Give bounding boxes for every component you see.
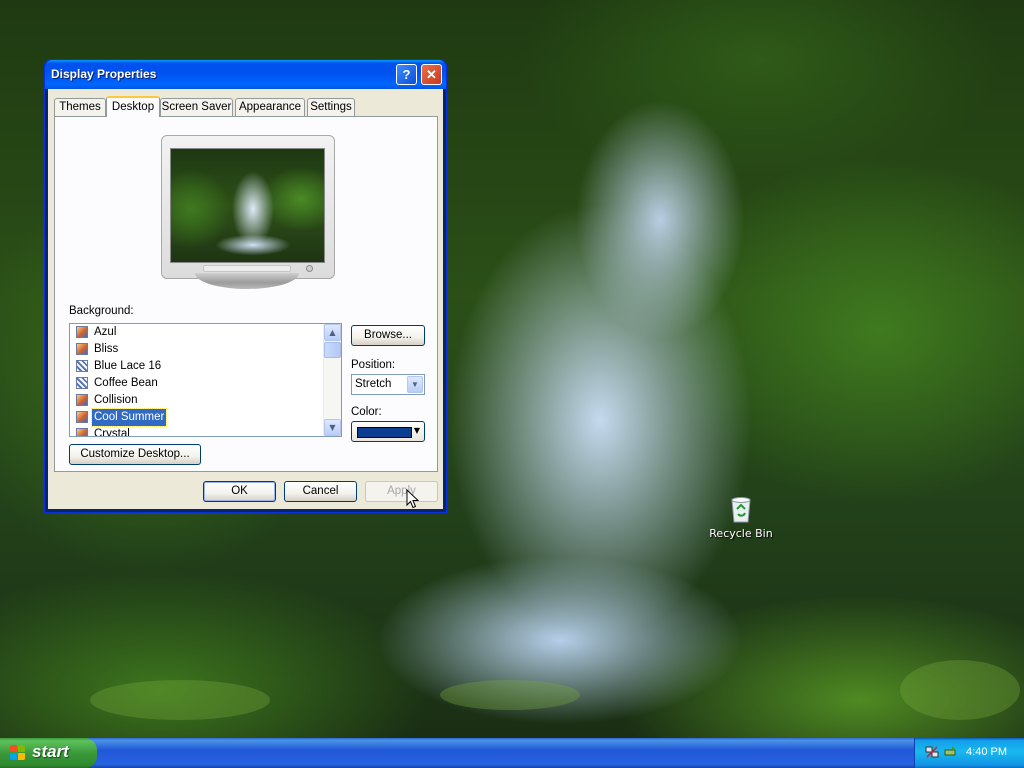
recycle-bin-label: Recycle Bin	[709, 527, 773, 540]
chevron-down-icon[interactable]: ▼	[407, 376, 423, 393]
image-file-icon	[76, 326, 88, 338]
system-tray: 4:40 PM	[914, 738, 1024, 768]
scroll-thumb[interactable]	[324, 342, 341, 358]
list-item-selected[interactable]: Cool Summer	[70, 408, 325, 427]
window-title: Display Properties	[51, 67, 157, 81]
position-select[interactable]: Stretch ▼	[351, 374, 425, 395]
recycle-bin[interactable]: Recycle Bin	[706, 494, 776, 540]
windows-logo-icon	[10, 745, 26, 761]
monitor-stand	[195, 273, 299, 289]
start-label: start	[32, 742, 69, 761]
color-picker-button[interactable]: ▼	[351, 421, 425, 442]
list-item-label: Collision	[94, 394, 138, 406]
browse-button[interactable]: Browse...	[351, 325, 425, 346]
start-button[interactable]: start	[0, 738, 97, 768]
dialog-client-area: Themes Desktop Screen Saver Appearance S…	[48, 89, 443, 509]
pattern-file-icon	[76, 360, 88, 372]
image-file-icon	[76, 394, 88, 406]
color-label: Color:	[351, 406, 382, 418]
apply-button[interactable]: Apply	[365, 481, 438, 502]
list-item[interactable]: Blue Lace 16	[70, 358, 325, 375]
tab-settings[interactable]: Settings	[307, 98, 355, 116]
position-value: Stretch	[355, 378, 392, 390]
desktop-tab-panel: Background: Azul Bliss Blue Lace 16 Coff…	[54, 116, 438, 472]
color-swatch	[357, 427, 412, 438]
scroll-down-arrow-icon[interactable]: ▼	[324, 419, 341, 436]
power-led-icon	[306, 265, 313, 272]
monitor-preview	[161, 135, 335, 279]
moss-rock	[440, 680, 580, 710]
ok-button[interactable]: OK	[203, 481, 276, 502]
chevron-down-icon: ▼	[413, 426, 420, 435]
monitor-slot	[203, 265, 291, 272]
image-file-icon	[76, 343, 88, 355]
position-label: Position:	[351, 359, 396, 371]
background-list-items: Azul Bliss Blue Lace 16 Coffee Bean Coll…	[70, 324, 325, 437]
scroll-up-arrow-icon[interactable]: ▲	[324, 324, 341, 341]
help-button[interactable]: ?	[396, 64, 417, 85]
title-bar[interactable]: Display Properties ? ✕	[45, 60, 446, 89]
list-item[interactable]: Azul	[70, 324, 325, 341]
background-label: Background:	[69, 305, 134, 317]
list-item-label: Crystal	[94, 428, 130, 437]
list-item[interactable]: Crystal	[70, 426, 325, 437]
moss-rock	[900, 660, 1020, 720]
moss-rock	[90, 680, 270, 720]
list-item[interactable]: Bliss	[70, 341, 325, 358]
network-icon[interactable]	[925, 745, 939, 759]
customize-desktop-button[interactable]: Customize Desktop...	[69, 444, 201, 465]
taskbar: start 4:40 PM	[0, 738, 1024, 768]
tab-themes[interactable]: Themes	[54, 98, 106, 116]
clock[interactable]: 4:40 PM	[966, 746, 1007, 758]
display-properties-window: Display Properties ? ✕ Themes Desktop Sc…	[44, 59, 447, 513]
wallpaper-preview	[170, 148, 325, 263]
mouse-pointer-icon	[406, 488, 420, 512]
list-item[interactable]: Coffee Bean	[70, 375, 325, 392]
tab-appearance[interactable]: Appearance	[235, 98, 305, 116]
background-list-scrollbar[interactable]: ▲ ▼	[323, 324, 341, 436]
list-item[interactable]: Collision	[70, 392, 325, 409]
tab-screen-saver[interactable]: Screen Saver	[160, 98, 233, 116]
list-item-label: Coffee Bean	[94, 377, 158, 389]
pattern-file-icon	[76, 377, 88, 389]
safely-remove-hardware-icon[interactable]	[943, 745, 957, 759]
list-item-label: Blue Lace 16	[94, 360, 162, 372]
list-item-label: Azul	[94, 326, 117, 338]
list-item-label: Bliss	[94, 343, 119, 355]
background-list[interactable]: Azul Bliss Blue Lace 16 Coffee Bean Coll…	[69, 323, 342, 437]
cancel-button[interactable]: Cancel	[284, 481, 357, 502]
close-button[interactable]: ✕	[421, 64, 442, 85]
tab-desktop[interactable]: Desktop	[106, 96, 160, 117]
recycle-bin-icon	[728, 494, 754, 524]
image-file-icon	[76, 411, 88, 423]
image-file-icon	[76, 428, 88, 436]
list-item-label: Cool Summer	[90, 408, 168, 427]
